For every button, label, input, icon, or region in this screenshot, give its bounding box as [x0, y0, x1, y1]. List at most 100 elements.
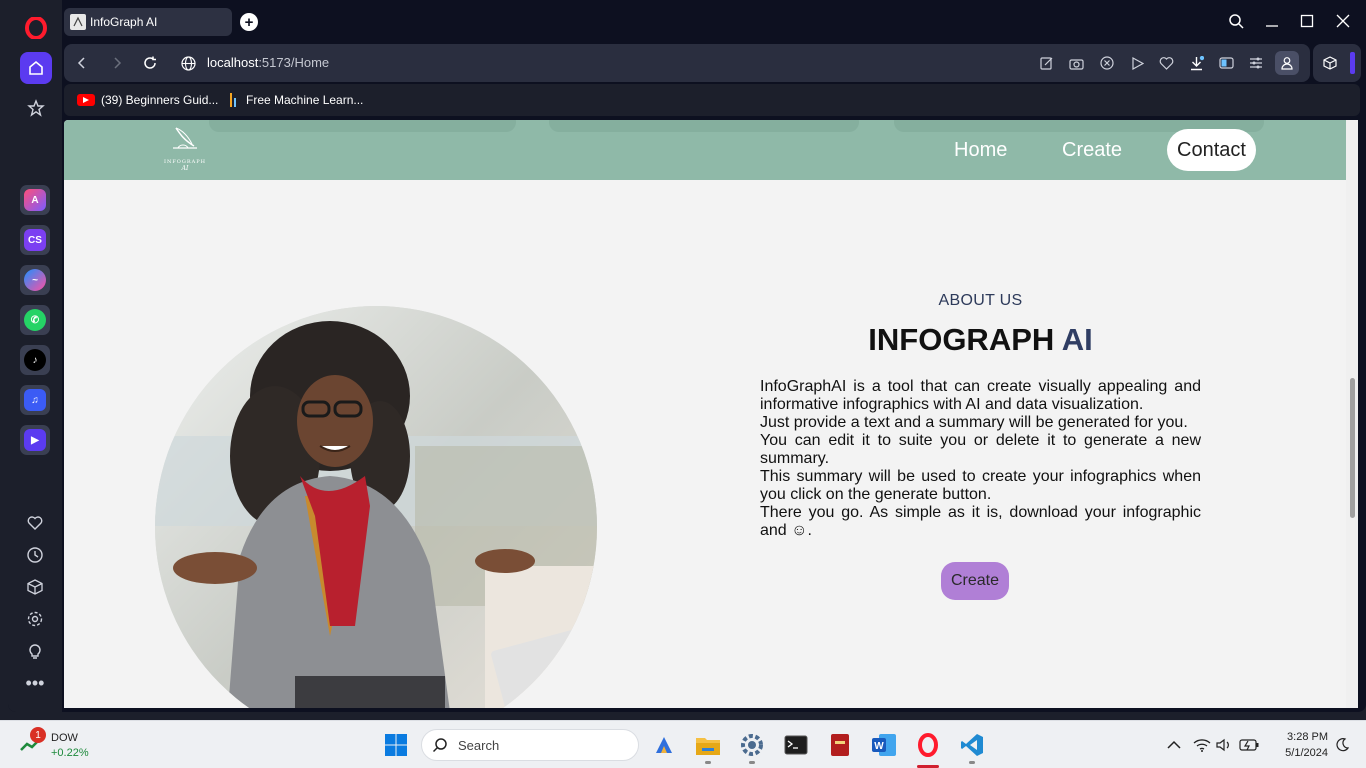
- clock-time: 3:28 PM: [1287, 731, 1328, 743]
- back-button[interactable]: [72, 53, 92, 73]
- tab-infograph[interactable]: InfoGraph AI: [64, 8, 232, 36]
- settings-gear-icon[interactable]: [738, 731, 766, 759]
- minimize-button[interactable]: [1262, 11, 1282, 31]
- forward-button[interactable]: [107, 53, 127, 73]
- battery-saver-icon[interactable]: [1217, 54, 1235, 72]
- globe-icon[interactable]: [178, 53, 198, 73]
- video-player-icon[interactable]: ▶: [20, 425, 50, 455]
- nav-decor: [549, 120, 859, 132]
- volume-icon[interactable]: [1210, 731, 1238, 759]
- site-navbar: INFOGRAPH AI Home Create Contact: [64, 120, 1346, 180]
- period-text: .: [807, 522, 812, 539]
- url-host: localhost: [207, 55, 259, 70]
- search-tabs-icon[interactable]: [1226, 11, 1246, 31]
- about-title: INFOGRAPH AI: [760, 322, 1201, 358]
- browser-sidebar: A CS ~ ✆ ♪ ♫ ▶ •••: [8, 0, 62, 712]
- app-store-icon[interactable]: A: [20, 185, 50, 215]
- about-paragraph: InfoGraphAI is a tool that can create vi…: [760, 378, 1201, 413]
- about-title-accent: AI: [1061, 322, 1093, 357]
- easy-setup-icon[interactable]: [1247, 54, 1265, 72]
- download-icon[interactable]: [1187, 54, 1205, 72]
- tiktok-icon[interactable]: ♪: [20, 345, 50, 375]
- windows-taskbar: 1 DOW +0.22% Search W 3:28 PM 5/1/2024: [0, 720, 1366, 768]
- stock-name: DOW: [51, 732, 78, 744]
- youtube-icon: [77, 94, 95, 106]
- bookmark-label: Free Machine Learn...: [246, 93, 364, 107]
- opera-logo-icon[interactable]: [20, 12, 52, 44]
- feather-icon: [173, 127, 197, 149]
- clock[interactable]: 3:28 PM 5/1/2024: [1268, 729, 1328, 761]
- about-photo: [155, 306, 597, 708]
- url-field[interactable]: localhost:5173/Home: [207, 55, 329, 70]
- word-icon[interactable]: W: [870, 731, 898, 759]
- whatsapp-icon[interactable]: ✆: [20, 305, 50, 335]
- site-logo[interactable]: INFOGRAPH AI: [160, 124, 210, 178]
- taskbar-search[interactable]: Search: [421, 729, 639, 761]
- scrollbar-thumb[interactable]: [1350, 378, 1355, 518]
- nav-create[interactable]: Create: [1062, 139, 1122, 162]
- more-icon[interactable]: •••: [23, 671, 47, 695]
- nav-contact[interactable]: Contact: [1167, 129, 1256, 171]
- play-icon[interactable]: [1128, 54, 1146, 72]
- edit-icon[interactable]: [1038, 54, 1056, 72]
- nav-home[interactable]: Home: [954, 139, 1007, 162]
- opera-taskbar-icon[interactable]: [914, 731, 942, 759]
- about-label: ABOUT US: [938, 292, 1023, 309]
- web-page: INFOGRAPH AI Home Create Contact ABOUT U…: [64, 120, 1346, 708]
- bookmark-bars-icon: [230, 93, 236, 107]
- tab-title: InfoGraph AI: [90, 15, 158, 29]
- page-scrollbar[interactable]: [1346, 120, 1358, 708]
- terminal-icon[interactable]: [782, 731, 810, 759]
- camera-icon[interactable]: [1067, 54, 1085, 72]
- maximize-button[interactable]: [1297, 11, 1317, 31]
- clock-date: 5/1/2024: [1285, 747, 1328, 759]
- windows-start-icon[interactable]: [382, 731, 410, 759]
- bookmark-youtube[interactable]: (39) Beginners Guid...: [77, 93, 218, 107]
- nav-decor: [209, 120, 516, 132]
- stock-change: +0.22%: [51, 747, 89, 759]
- heart-icon[interactable]: [23, 511, 47, 535]
- extensions-area: [1313, 44, 1361, 82]
- show-hidden-icons[interactable]: [1160, 731, 1188, 759]
- svg-text:W: W: [874, 741, 884, 752]
- smiley-icon: ☺: [791, 522, 808, 539]
- adblock-icon[interactable]: [1098, 54, 1116, 72]
- about-paragraph: Just provide a text and a summary will b…: [760, 414, 1188, 431]
- vscode-icon[interactable]: [958, 731, 986, 759]
- running-indicator: [749, 761, 755, 764]
- home-icon[interactable]: [20, 52, 52, 84]
- lightbulb-icon[interactable]: [23, 639, 47, 663]
- close-window-button[interactable]: [1333, 11, 1353, 31]
- profile-icon[interactable]: [1275, 51, 1299, 75]
- url-path: :5173/Home: [258, 55, 330, 70]
- cube-icon[interactable]: [23, 575, 47, 599]
- reload-button[interactable]: [140, 53, 160, 73]
- bookmarks-bar: (39) Beginners Guid... Free Machine Lear…: [64, 84, 1360, 116]
- cs-app-icon[interactable]: CS: [20, 225, 50, 255]
- new-tab-button[interactable]: +: [240, 13, 258, 31]
- bible-app-icon[interactable]: [826, 731, 854, 759]
- about-paragraph-final: There you go. As simple as it is, downlo…: [760, 504, 1201, 540]
- battery-icon[interactable]: [1235, 731, 1263, 759]
- star-icon[interactable]: [20, 92, 52, 124]
- bookmark-machine-learning[interactable]: Free Machine Learn...: [230, 93, 363, 107]
- notification-badge: 1: [30, 727, 46, 743]
- settings-icon[interactable]: [23, 607, 47, 631]
- sidebar-indicator: [1350, 52, 1355, 74]
- create-button[interactable]: Create: [941, 562, 1009, 600]
- about-title-main: INFOGRAPH: [868, 322, 1055, 357]
- favorite-heart-icon[interactable]: [1157, 54, 1175, 72]
- bookmark-label: (39) Beginners Guid...: [101, 93, 219, 107]
- extensions-cube-icon[interactable]: [1321, 54, 1339, 72]
- file-explorer-icon[interactable]: [694, 731, 722, 759]
- focus-moon-icon[interactable]: [1328, 731, 1356, 759]
- address-bar: localhost:5173/Home: [64, 44, 1310, 82]
- running-indicator: [705, 761, 711, 764]
- running-indicator: [969, 761, 975, 764]
- fluent-app-icon[interactable]: [650, 731, 678, 759]
- history-icon[interactable]: [23, 543, 47, 567]
- about-paragraph: You can edit it to suite you or delete i…: [760, 432, 1201, 467]
- about-paragraph: There you go. As simple as it is, downlo…: [760, 504, 1201, 539]
- messenger-icon[interactable]: ~: [20, 265, 50, 295]
- music-player-icon[interactable]: ♫: [20, 385, 50, 415]
